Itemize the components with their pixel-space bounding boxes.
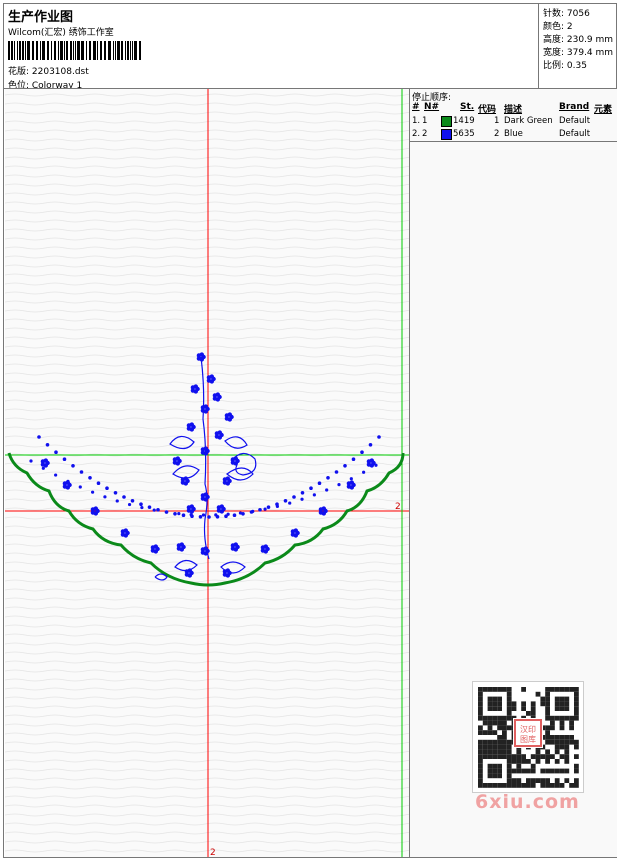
- svg-text:图库: 图库: [520, 734, 536, 744]
- row-code: 2: [494, 129, 500, 139]
- embroidery-preview: 2 2: [5, 89, 409, 857]
- row-needle: 2: [422, 129, 428, 139]
- watermark-text: 6xiu.com: [475, 791, 580, 813]
- row-index: 1.: [412, 116, 421, 126]
- header: 生产作业图 Wilcom(汇宏) 绣饰工作室 花版: 2203108.dst 色…: [4, 4, 536, 91]
- stat-height: 高度: 230.9 mm: [543, 35, 614, 45]
- design-canvas[interactable]: 2 2: [5, 89, 409, 857]
- row-brand: Default: [559, 129, 591, 139]
- panel-divider: [410, 141, 617, 142]
- stat-colors: 颜色: 2: [543, 22, 573, 32]
- stats-panel: 针数: 7056 颜色: 2 高度: 230.9 mm 宽度: 379.4 mm…: [538, 4, 617, 88]
- col-brand: Brand: [559, 102, 590, 112]
- color-swatch: [441, 116, 452, 127]
- row-brand: Default: [559, 116, 591, 126]
- col-st: St.: [460, 102, 475, 112]
- h-axis-marker: 2: [395, 502, 401, 512]
- color-swatch: [441, 129, 452, 140]
- page-title: 生产作业图: [8, 10, 74, 25]
- row-index: 2.: [412, 129, 421, 139]
- barcode: [8, 41, 141, 60]
- stat-scale: 比例: 0.35: [543, 61, 587, 71]
- col-n: N#: [424, 102, 440, 112]
- row-code: 1: [494, 116, 500, 126]
- stat-width: 宽度: 379.4 mm: [543, 48, 614, 58]
- col-hash: #: [412, 102, 420, 112]
- col-code: 代码: [478, 105, 497, 115]
- row-description: Blue: [504, 129, 523, 139]
- col-desc: 描述: [504, 105, 523, 115]
- company-name: Wilcom(汇宏) 绣饰工作室: [8, 28, 114, 38]
- stat-stitches: 针数: 7056: [543, 9, 590, 19]
- blue-motif: [29, 352, 381, 581]
- v-axis-marker: 2: [210, 848, 216, 857]
- col-element: 元素: [594, 105, 613, 115]
- design-file: 花版: 2203108.dst: [8, 67, 89, 77]
- row-stitches: 1419: [453, 116, 475, 126]
- svg-text:汉印: 汉印: [520, 725, 536, 734]
- row-description: Dark Green: [504, 116, 553, 126]
- row-needle: 1: [422, 116, 428, 126]
- qr-code: 汉印 图库: [472, 681, 584, 793]
- row-stitches: 5635: [453, 129, 475, 139]
